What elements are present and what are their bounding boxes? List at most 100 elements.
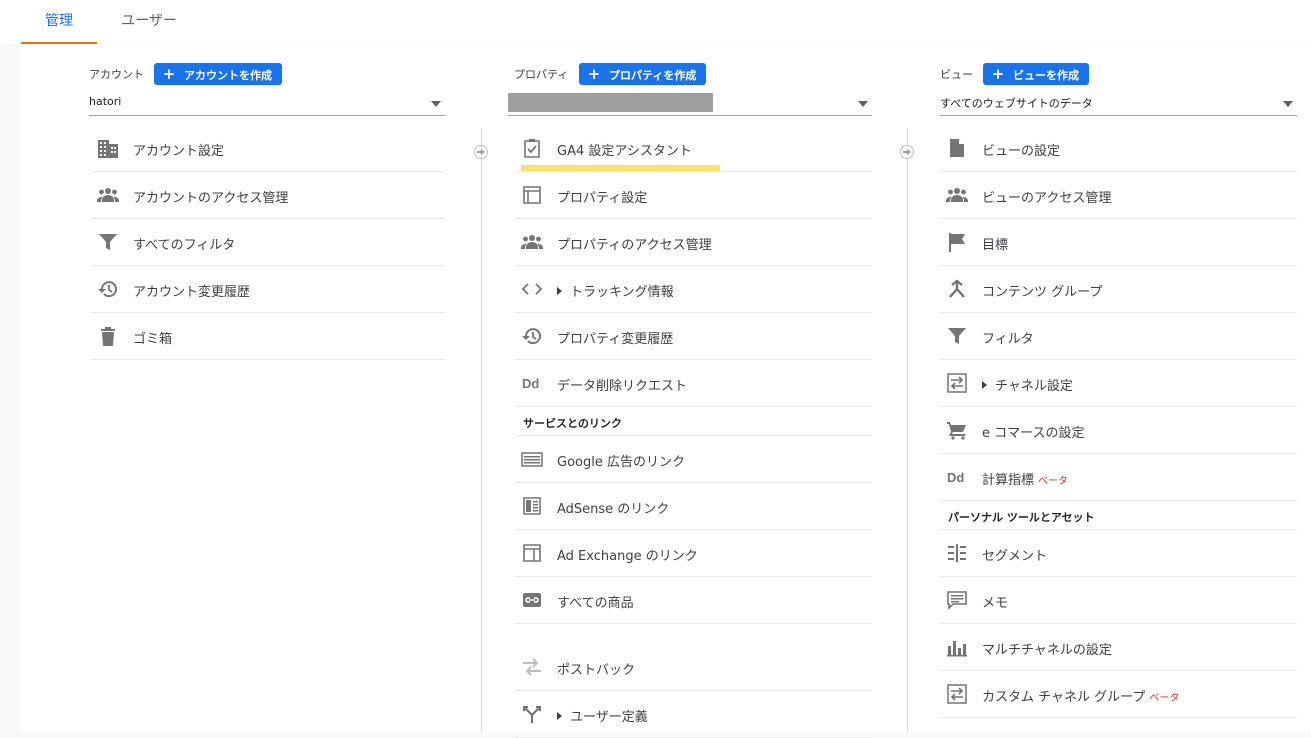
view-item-label: メモ (982, 596, 1009, 611)
account-item-history[interactable]: アカウント変更履歴 (91, 266, 445, 313)
property-item-label: Google 広告のリンク (557, 455, 685, 470)
property-item-google-ads[interactable]: Google 広告のリンク (515, 436, 872, 483)
view-item-multichannel[interactable]: マルチチャネルの設定 (940, 624, 1297, 671)
property-item-label: トラッキング情報 (557, 281, 674, 300)
trash-icon (97, 326, 119, 346)
tab-user[interactable]: ユーザー (110, 0, 188, 44)
view-select[interactable]: すべてのウェブサイトのデータ (940, 93, 1297, 116)
property-item-tracking[interactable]: トラッキング情報 (515, 266, 872, 313)
property-item-text: トラッキング情報 (570, 285, 674, 300)
view-item-label: ビューのアクセス管理 (982, 191, 1112, 206)
view-item-access[interactable]: ビューのアクセス管理 (940, 172, 1297, 219)
property-item-data-deletion[interactable]: Dd データ削除リクエスト (515, 360, 872, 407)
arrow-right-icon (900, 145, 914, 159)
account-header: アカウント + アカウントを作成 (89, 63, 349, 85)
view-item-goals[interactable]: 目標 (940, 219, 1297, 266)
view-item-text: チャネル設定 (995, 379, 1073, 394)
view-item-label: 目標 (982, 238, 1009, 253)
create-account-label: アカウントを作成 (184, 69, 272, 82)
view-item-settings[interactable]: ビューの設定 (940, 125, 1297, 172)
highlight-marker (521, 165, 720, 171)
top-tabs: 管理 ユーザー (0, 0, 1311, 44)
flag-icon (946, 232, 968, 252)
view-item-text: 計算指標 (982, 473, 1035, 488)
property-item-postback[interactable]: ポストバック (515, 644, 872, 691)
account-item-trash[interactable]: ゴミ箱 (91, 313, 445, 360)
people-icon (946, 185, 968, 205)
memo-icon (946, 590, 968, 610)
people-icon (97, 185, 119, 205)
property-menu: GA4 設定アシスタント プロパティ設定 プロパティのアクセス管理 トラッキング… (515, 125, 872, 738)
view-item-segments[interactable]: セグメント (940, 530, 1297, 577)
property-item-user-definition[interactable]: ユーザー定義 (515, 691, 872, 738)
arrow-right-icon (474, 145, 488, 159)
property-item-label: プロパティのアクセス管理 (557, 238, 712, 253)
property-header: プロパティ + プロパティを作成 (514, 63, 774, 85)
chevron-down-icon (1283, 101, 1293, 107)
property-item-text: ユーザー定義 (570, 710, 648, 725)
tab-admin[interactable]: 管理 (21, 0, 97, 44)
channel-icon (946, 373, 968, 393)
dd-icon: Dd (946, 467, 968, 487)
layout-icon (521, 185, 543, 205)
create-property-button[interactable]: + プロパティを作成 (579, 63, 707, 85)
fork-icon (521, 704, 543, 724)
expand-triangle-icon (557, 712, 562, 720)
property-item-ad-exchange[interactable]: Ad Exchange のリンク (515, 530, 872, 577)
view-item-label: カスタム チャネル グループ ベータ (982, 686, 1179, 705)
account-label: アカウント (89, 68, 144, 81)
dd-icon: Dd (521, 373, 543, 393)
column-divider (481, 128, 482, 732)
filter-icon (946, 326, 968, 346)
property-item-label: すべての商品 (557, 596, 634, 611)
create-property-label: プロパティを作成 (609, 69, 697, 82)
account-item-settings[interactable]: アカウント設定 (91, 125, 445, 172)
people-icon (521, 232, 543, 252)
view-header: ビュー + ビューを作成 (940, 63, 1200, 85)
property-item-all-products[interactable]: すべての商品 (515, 577, 872, 624)
list-spacer (515, 624, 872, 644)
view-select-value: すべてのウェブサイトのデータ (940, 97, 1093, 110)
expand-triangle-icon (982, 381, 987, 389)
view-item-filters[interactable]: フィルタ (940, 313, 1297, 360)
view-item-ecommerce[interactable]: e コマースの設定 (940, 407, 1297, 454)
view-item-channel-settings[interactable]: チャネル設定 (940, 360, 1297, 407)
create-view-button[interactable]: + ビューを作成 (983, 63, 1089, 85)
view-item-label: マルチチャネルの設定 (982, 643, 1112, 658)
create-account-button[interactable]: + アカウントを作成 (154, 63, 282, 85)
segment-icon (946, 543, 968, 563)
document-icon (946, 138, 968, 158)
view-item-label: コンテンツ グループ (982, 285, 1103, 300)
property-item-access[interactable]: プロパティのアクセス管理 (515, 219, 872, 266)
plus-icon: + (162, 65, 176, 83)
account-item-label: アカウント変更履歴 (133, 285, 251, 300)
expand-triangle-icon (557, 287, 562, 295)
property-item-adsense[interactable]: AdSense のリンク (515, 483, 872, 530)
ad-exchange-icon (521, 543, 543, 563)
view-item-label: セグメント (982, 549, 1048, 564)
property-item-settings[interactable]: プロパティ設定 (515, 172, 872, 219)
view-item-content-group[interactable]: コンテンツ グループ (940, 266, 1297, 313)
svg-text:Dd: Dd (522, 376, 539, 391)
property-item-label: Ad Exchange のリンク (557, 549, 698, 564)
ads-icon (521, 449, 543, 469)
account-item-access[interactable]: アカウントのアクセス管理 (91, 172, 445, 219)
view-item-custom-channel-group[interactable]: カスタム チャネル グループ ベータ (940, 671, 1297, 718)
account-select-value: hatori (89, 95, 122, 108)
view-item-label: 計算指標 ベータ (982, 469, 1068, 488)
view-item-label: チャネル設定 (982, 375, 1073, 394)
property-item-ga4-assistant[interactable]: GA4 設定アシスタント (515, 125, 872, 172)
chevron-down-icon (858, 101, 868, 107)
multichannel-icon (946, 637, 968, 657)
account-item-filters[interactable]: すべてのフィルタ (91, 219, 445, 266)
section-header-links: サービスとのリンク (515, 407, 872, 436)
property-select[interactable] (508, 93, 872, 116)
chevron-down-icon (431, 101, 441, 107)
create-view-label: ビューを作成 (1013, 69, 1079, 82)
view-item-calculated-metrics[interactable]: Dd 計算指標 ベータ (940, 454, 1297, 501)
account-select[interactable]: hatori (89, 93, 445, 116)
admin-panel: アカウント + アカウントを作成 hatori アカウント設定 アカウントのアクセ… (20, 45, 1311, 738)
view-item-memo[interactable]: メモ (940, 577, 1297, 624)
property-item-history[interactable]: プロパティ変更履歴 (515, 313, 872, 360)
column-divider (907, 128, 908, 732)
